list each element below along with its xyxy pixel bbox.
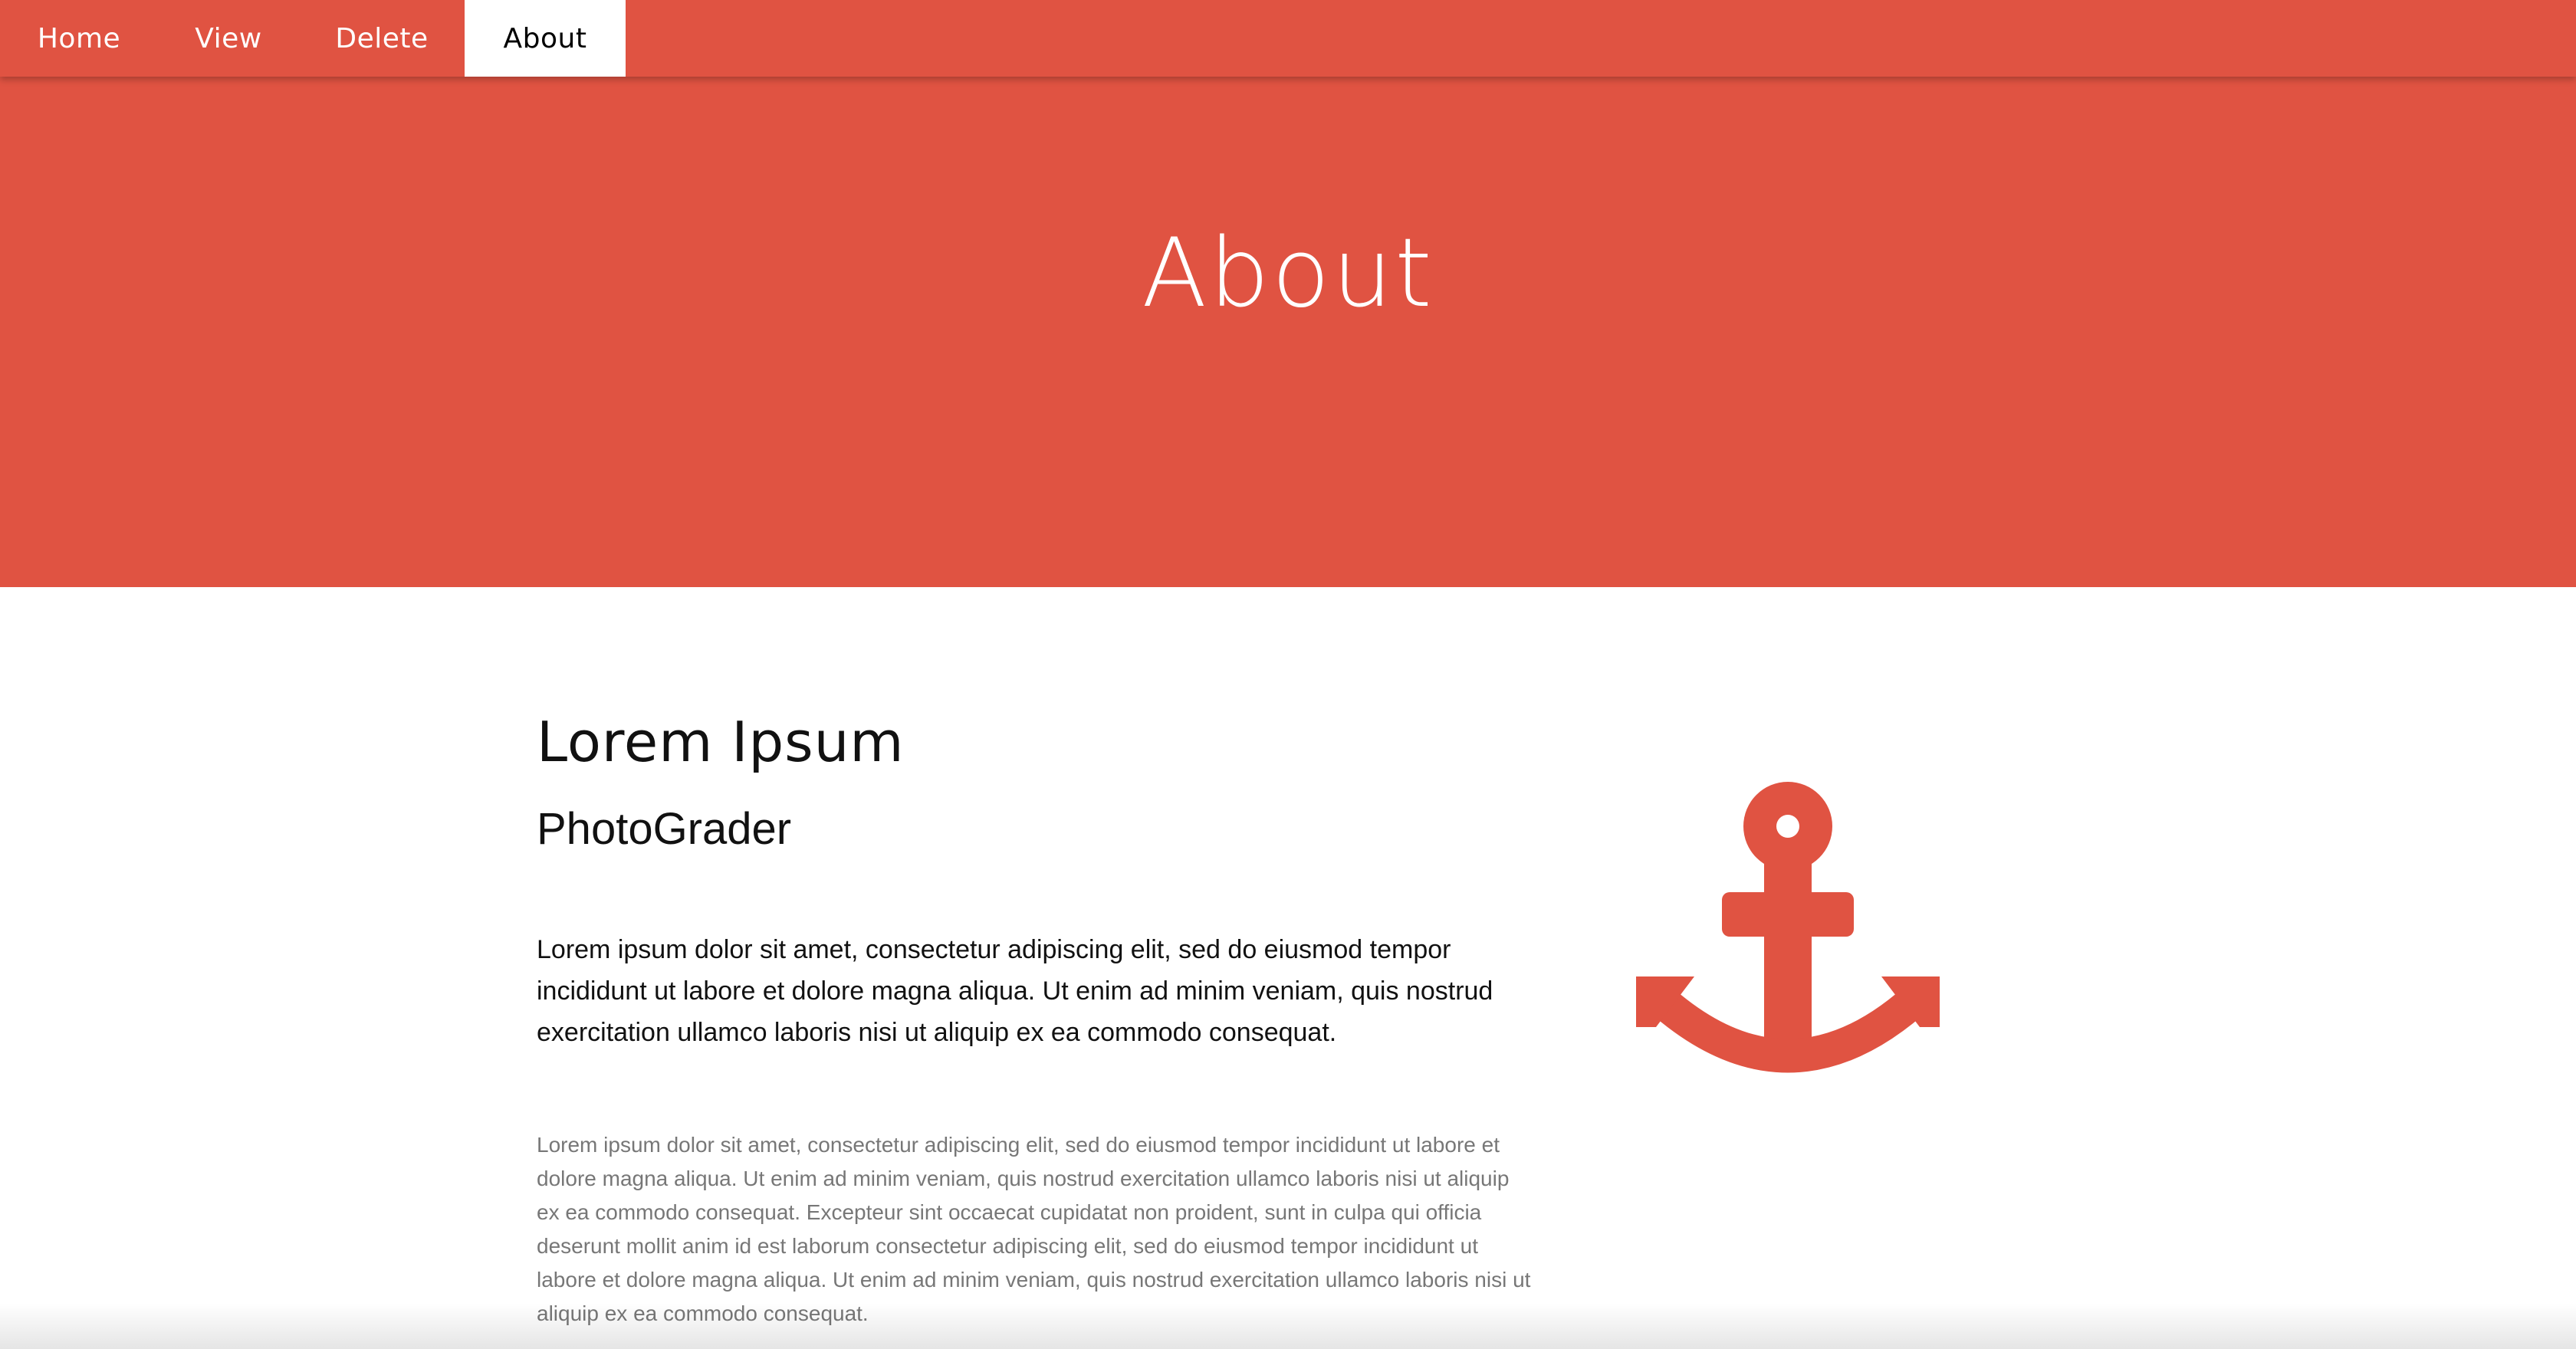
top-navigation: Home View Delete About [0, 0, 2576, 77]
anchor-icon [1625, 774, 1947, 1096]
section-subheading: PhotoGrader [537, 804, 792, 854]
hero-banner: About [0, 77, 2576, 587]
nav-item-view[interactable]: View [158, 0, 299, 77]
nav-item-home[interactable]: Home [0, 0, 158, 77]
nav-item-about[interactable]: About [465, 0, 626, 77]
body-paragraph: Lorem ipsum dolor sit amet, consectetur … [537, 1133, 1531, 1325]
page-title: About [1142, 218, 1434, 329]
section-heading: Lorem Ipsum [537, 710, 905, 774]
lead-paragraph: Lorem ipsum dolor sit amet, consectetur … [537, 935, 1493, 1047]
nav-item-delete[interactable]: Delete [299, 0, 465, 77]
